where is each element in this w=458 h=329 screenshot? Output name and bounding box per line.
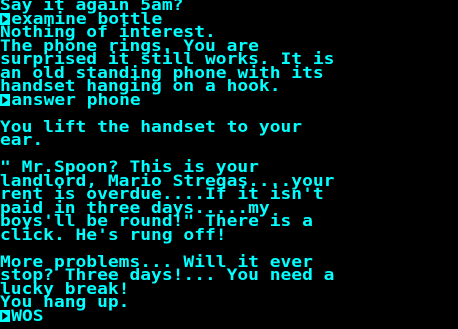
command-line: answer phone xyxy=(0,89,141,109)
output-line: click. He's rung off! xyxy=(0,224,227,244)
command-text: WOS xyxy=(11,305,44,325)
output-line: ear. xyxy=(0,130,44,149)
command-line: WOS xyxy=(0,305,44,325)
output-text: You lift the handset to your xyxy=(0,116,303,136)
game-text-screen: Say it again 5am? examine bottle Nothing o… xyxy=(0,0,458,329)
output-text: click. He's rung off! xyxy=(0,224,227,244)
output-line: You lift the handset to your xyxy=(0,116,303,136)
prompt-arrow-icon xyxy=(0,93,11,106)
command-text: answer phone xyxy=(11,89,141,109)
prompt-arrow-icon xyxy=(0,309,11,322)
output-text: ear. xyxy=(0,130,44,149)
